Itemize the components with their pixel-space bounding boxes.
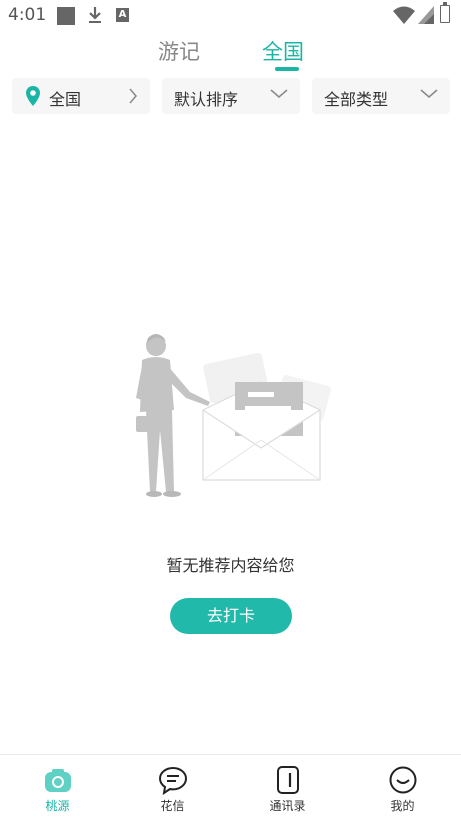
region-filter[interactable]: 全国	[12, 78, 150, 114]
active-tab-indicator	[275, 67, 299, 71]
tab-travel-notes[interactable]: 游记	[158, 36, 200, 66]
a-icon: A	[116, 8, 129, 22]
type-filter-label: 全部类型	[324, 90, 389, 109]
battery-icon	[440, 2, 450, 23]
sort-filter-label: 默认排序	[174, 90, 239, 109]
nav-label-mine: 我的	[390, 799, 415, 813]
camera-icon	[44, 769, 71, 792]
nav-item-huaxin[interactable]: 花信	[115, 755, 230, 820]
bottom-nav: 桃源 花信 通讯录 我的	[0, 754, 461, 820]
notification-square-icon	[57, 7, 75, 25]
nav-label-contacts: 通讯录	[269, 799, 306, 813]
status-bar: 4:01 A	[0, 0, 461, 30]
sort-filter[interactable]: 默认排序	[162, 78, 300, 114]
region-filter-label: 全国	[49, 90, 82, 109]
chat-bubble-icon	[158, 766, 187, 795]
empty-state-message: 暂无推荐内容给您	[166, 556, 295, 575]
wifi-icon	[393, 6, 415, 24]
contacts-icon	[276, 766, 299, 794]
status-time: 4:01	[8, 5, 47, 25]
download-icon	[89, 7, 101, 23]
empty-state-illustration	[136, 334, 331, 497]
nav-item-taoyuan[interactable]: 桃源	[0, 755, 115, 820]
nav-label-huaxin: 花信	[160, 799, 185, 813]
chevron-down-icon	[420, 89, 438, 98]
chevron-right-icon	[129, 88, 137, 104]
smile-icon	[389, 766, 416, 794]
chevron-down-icon	[270, 89, 288, 98]
nav-item-contacts[interactable]: 通讯录	[230, 755, 345, 820]
signal-icon	[418, 6, 434, 24]
check-in-button[interactable]: 去打卡	[170, 598, 292, 634]
tab-nationwide[interactable]: 全国	[262, 36, 304, 66]
nav-label-taoyuan: 桃源	[45, 799, 70, 813]
location-pin-icon	[26, 86, 40, 106]
top-tabs: 游记 全国	[0, 36, 461, 76]
type-filter[interactable]: 全部类型	[312, 78, 450, 114]
nav-item-mine[interactable]: 我的	[345, 755, 460, 820]
